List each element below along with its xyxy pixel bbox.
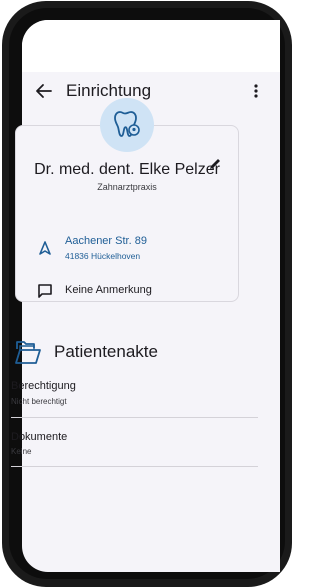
divider xyxy=(11,417,258,418)
folder-icon xyxy=(15,341,41,364)
permission-value: Nicht berechtigt xyxy=(11,397,67,406)
back-arrow-icon[interactable] xyxy=(32,79,56,103)
section-title: Patientenakte xyxy=(54,342,158,361)
app-bar: Einrichtung xyxy=(22,72,280,110)
more-vert-icon[interactable] xyxy=(248,79,264,103)
address-city[interactable]: 41836 Hückelhoven xyxy=(65,251,140,261)
practice-name: Dr. med. dent. Elke Pelzer xyxy=(34,161,220,178)
page-title: Einrichtung xyxy=(66,81,152,100)
practice-note: Keine Anmerkung xyxy=(65,284,152,296)
documents-label[interactable]: Dokumente xyxy=(11,431,67,443)
divider xyxy=(11,466,258,467)
comment-icon xyxy=(38,284,52,298)
documents-value: Keine xyxy=(11,447,32,456)
address-street[interactable]: Aachener Str. 89 xyxy=(65,235,147,247)
practice-type: Zahnarztpraxis xyxy=(97,182,157,192)
tooth-icon xyxy=(114,111,140,137)
status-bar xyxy=(22,20,280,72)
practice-avatar xyxy=(100,98,154,152)
navigation-icon xyxy=(39,241,51,255)
permission-label[interactable]: Berechtigung xyxy=(11,380,76,392)
